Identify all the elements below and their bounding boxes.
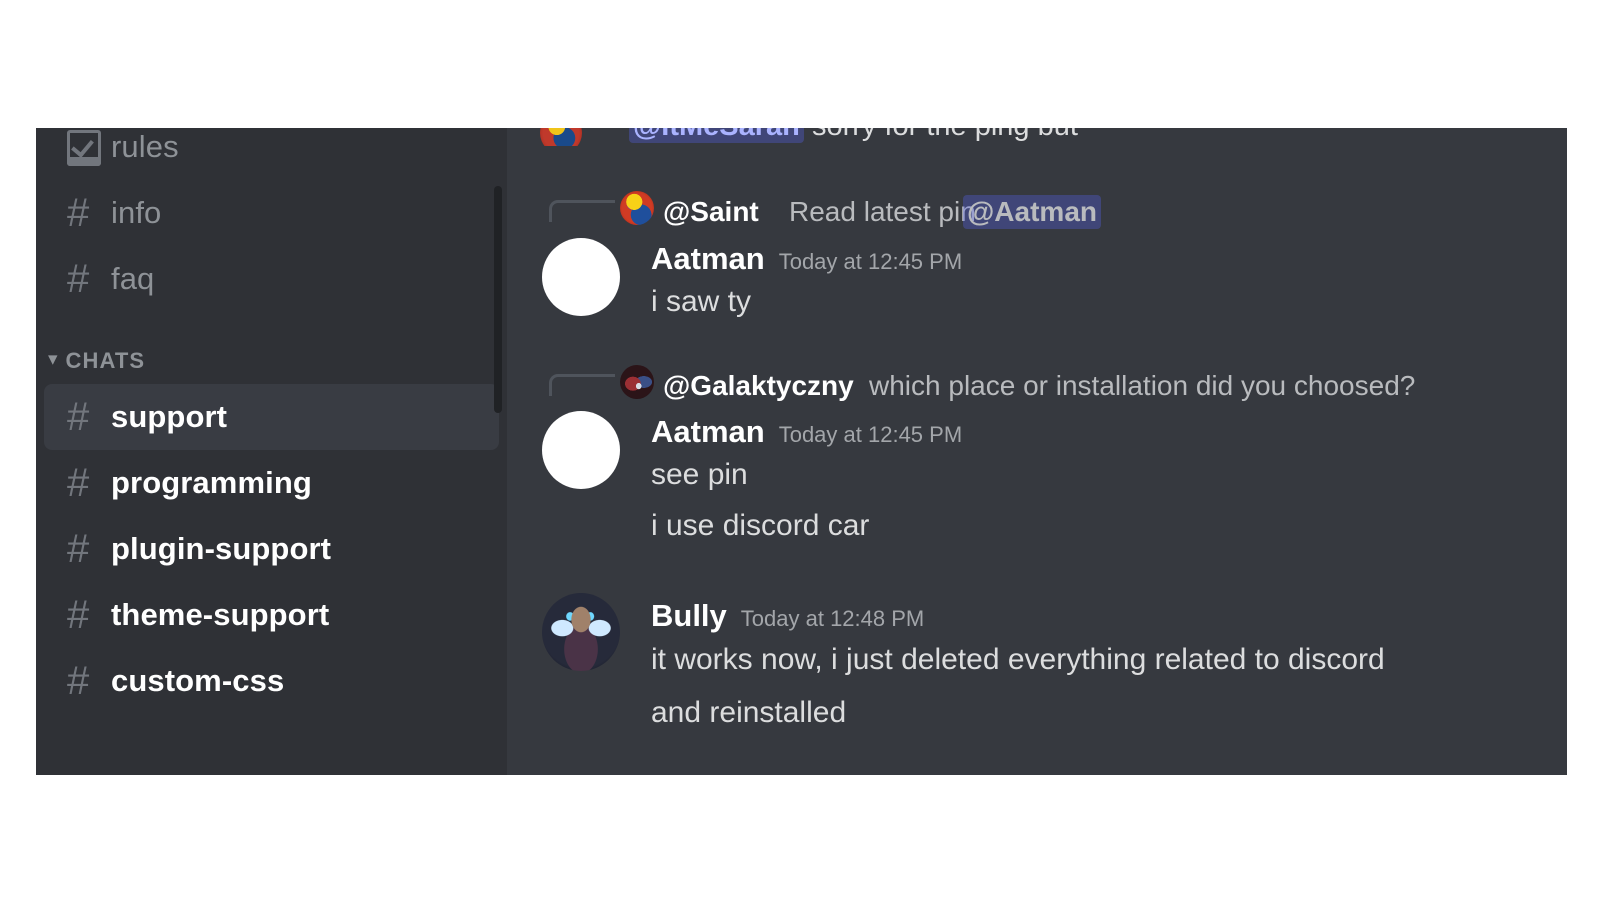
message-list: @ItMeSarah sorry for the ping but @Saint… — [507, 128, 1567, 775]
sidebar-item-info[interactable]: # info — [44, 180, 499, 246]
sidebar-item-programming[interactable]: # programming — [44, 450, 499, 516]
chevron-down-icon: ▾ — [48, 348, 58, 370]
galaktyczny-avatar[interactable] — [620, 365, 654, 399]
channel-label: theme-support — [111, 597, 330, 632]
reply-preview-galaktyczny[interactable]: @Galaktyczny which place or installation… — [507, 362, 1567, 402]
reply-author[interactable]: @Saint — [663, 196, 759, 228]
partial-message-body: sorry for the ping but — [812, 128, 1078, 142]
avatar[interactable] — [542, 411, 620, 489]
reply-author[interactable]: @Galaktyczny — [663, 370, 854, 402]
message-author[interactable]: Aatman — [651, 414, 765, 450]
channel-label: rules — [111, 129, 179, 164]
rules-book-icon — [67, 130, 111, 166]
saint-avatar[interactable] — [620, 191, 654, 225]
mention-aatman[interactable]: @Aatman — [963, 195, 1101, 229]
message-text: it works now, i just deleted everything … — [651, 643, 1385, 676]
channel-label: custom-css — [111, 663, 285, 698]
sidebar-item-theme-support[interactable]: # theme-support — [44, 582, 499, 648]
reply-text: Read latest pin — [789, 196, 976, 227]
message-partial-top: @ItMeSarah sorry for the ping but — [507, 128, 1567, 146]
hash-icon: # — [67, 461, 90, 505]
message-timestamp: Today at 12:45 PM — [778, 249, 963, 274]
hash-icon: # — [67, 257, 90, 301]
channel-label: support — [111, 399, 228, 434]
channel-label: programming — [111, 465, 312, 500]
reply-preview-saint[interactable]: @Saint Read latest pin @Aatman — [507, 188, 1567, 229]
message-timestamp: Today at 12:48 PM — [740, 606, 925, 631]
message-text: see pin — [651, 458, 748, 491]
saint-avatar — [540, 128, 582, 146]
channel-label: plugin-support — [111, 531, 332, 566]
message-header: Aatman Today at 12:45 PM — [651, 414, 962, 450]
message-text: i use discord car — [651, 509, 870, 542]
channel-label: faq — [111, 261, 155, 296]
hash-icon: # — [67, 527, 90, 571]
hash-icon: # — [67, 659, 90, 703]
category-header-chats[interactable]: ▾ CHATS — [36, 338, 507, 384]
sidebar-item-faq[interactable]: # faq — [44, 246, 499, 312]
sidebar-item-plugin-support[interactable]: # plugin-support — [44, 516, 499, 582]
message-author[interactable]: Aatman — [651, 241, 765, 277]
message-header: Bully Today at 12:48 PM — [651, 598, 924, 634]
message-author[interactable]: Bully — [651, 598, 727, 634]
channel-list-scrollbar[interactable] — [494, 186, 502, 413]
sidebar-item-custom-css[interactable]: # custom-css — [44, 648, 499, 714]
message-header: Aatman Today at 12:45 PM — [651, 241, 962, 277]
reply-text: which place or installation did you choo… — [869, 370, 1416, 401]
channel-sidebar: rules # info # faq ▾ CHATS # support # p… — [36, 128, 507, 775]
message-text: and reinstalled — [651, 696, 847, 729]
hash-icon: # — [67, 395, 90, 439]
hash-icon: # — [67, 191, 90, 235]
reply-spine-icon — [549, 200, 615, 222]
sidebar-item-rules[interactable]: rules — [44, 128, 499, 180]
message-text: i saw ty — [651, 285, 752, 318]
discord-window: rules # info # faq ▾ CHATS # support # p… — [0, 0, 1600, 900]
category-label: CHATS — [65, 348, 146, 373]
channel-label: info — [111, 195, 162, 230]
sidebar-item-support[interactable]: # support — [44, 384, 499, 450]
hash-icon: # — [67, 593, 90, 637]
mention-itmesarah[interactable]: @ItMeSarah — [629, 128, 804, 143]
message-timestamp: Today at 12:45 PM — [778, 422, 963, 447]
partial-message-text: @ItMeSarah sorry for the ping but — [629, 128, 1078, 144]
bully-avatar[interactable] — [542, 593, 620, 671]
reply-spine-icon — [549, 374, 615, 396]
avatar[interactable] — [542, 238, 620, 316]
